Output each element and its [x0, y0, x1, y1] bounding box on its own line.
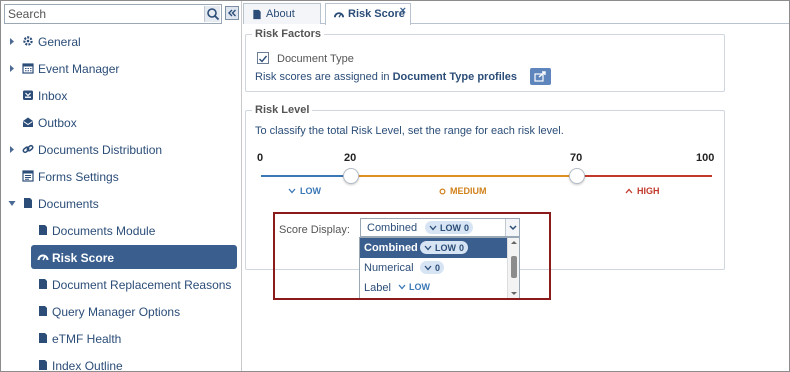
- sidebar-item-label: Inbox: [38, 88, 68, 103]
- band-high-label: HIGH: [637, 186, 660, 196]
- risk-level-legend: Risk Level: [255, 104, 310, 116]
- sidebar-item-forms-settings[interactable]: Forms Settings: [1, 163, 241, 190]
- tick-label: 100: [696, 152, 715, 164]
- sidebar-item-label: Documents: [38, 196, 99, 211]
- sidebar-item-query-manager-options[interactable]: Query Manager Options: [1, 298, 241, 325]
- document-icon: [39, 360, 47, 370]
- form-icon: [22, 170, 34, 182]
- document-icon: [39, 279, 47, 289]
- tick-label: 20: [344, 152, 357, 164]
- sidebar-item-general[interactable]: General: [1, 28, 241, 55]
- document-icon: [253, 9, 261, 20]
- inbox-icon: [23, 90, 33, 100]
- sidebar-nav: General Event Manager Inbox Outbox Docum…: [1, 28, 241, 372]
- sidebar-item-label: Index Outline: [52, 358, 123, 372]
- sidebar-item-inbox[interactable]: Inbox: [1, 82, 241, 109]
- external-link-icon: [534, 71, 546, 82]
- sidebar-item-label: Documents Module: [52, 223, 156, 238]
- gauge-icon: [37, 254, 49, 261]
- sidebar-item-label: Documents Distribution: [38, 142, 163, 157]
- close-icon[interactable]: ×: [400, 5, 406, 17]
- band-high: HIGH: [625, 186, 660, 196]
- caret-right-icon[interactable]: [8, 64, 16, 73]
- low-threshold-handle[interactable]: [343, 168, 359, 184]
- tab-label: About: [266, 8, 295, 20]
- double-chevron-left-icon: [228, 9, 236, 17]
- checkmark-icon: [259, 55, 268, 63]
- sidebar-item-etmf-health[interactable]: eTMF Health: [1, 325, 241, 352]
- sidebar-item-documents-distribution[interactable]: Documents Distribution: [1, 136, 241, 163]
- sidebar-item-index-outline[interactable]: Index Outline: [1, 352, 241, 372]
- outbox-icon: [23, 117, 33, 127]
- band-medium-label: MEDIUM: [450, 186, 487, 196]
- high-threshold-handle[interactable]: [569, 168, 585, 184]
- gear-icon: [23, 36, 33, 46]
- caret-down-icon[interactable]: [8, 199, 16, 208]
- band-medium: MEDIUM: [439, 186, 487, 196]
- document-icon: [39, 306, 47, 316]
- search-input[interactable]: [5, 5, 205, 23]
- link-icon: [22, 144, 34, 154]
- tab-bar: About Risk Score ×: [243, 1, 789, 25]
- open-profiles-button[interactable]: [530, 68, 551, 85]
- sidebar: General Event Manager Inbox Outbox Docum…: [1, 1, 242, 371]
- calendar-icon: [22, 63, 34, 74]
- tick-label: 70: [570, 152, 583, 164]
- tab-risk-score[interactable]: Risk Score ×: [325, 3, 411, 25]
- sidebar-item-label: General: [38, 34, 81, 49]
- document-type-checkbox[interactable]: [257, 52, 269, 64]
- sidebar-item-label: Risk Score: [52, 250, 115, 265]
- assign-prefix: Risk scores are assigned in: [255, 71, 393, 83]
- sidebar-item-label: Query Manager Options: [52, 304, 181, 319]
- sidebar-item-event-manager[interactable]: Event Manager: [1, 55, 241, 82]
- document-type-profiles-link[interactable]: Document Type profiles: [393, 71, 517, 83]
- band-low: LOW: [288, 186, 321, 196]
- sidebar-item-label: Forms Settings: [38, 169, 119, 184]
- chevron-down-icon: [288, 188, 296, 194]
- tab-label: Risk Score: [348, 8, 405, 20]
- sidebar-item-label: Event Manager: [38, 61, 120, 76]
- medium-range-track: [351, 175, 577, 177]
- sidebar-item-outbox[interactable]: Outbox: [1, 109, 241, 136]
- caret-right-icon[interactable]: [8, 37, 16, 46]
- high-range-track: [577, 175, 712, 177]
- circle-icon: [439, 187, 446, 195]
- gauge-icon: [333, 12, 345, 18]
- document-icon: [24, 198, 32, 208]
- document-type-label: Document Type: [277, 53, 354, 65]
- highlight-annotation-box: [273, 212, 551, 300]
- sidebar-item-documents[interactable]: Documents: [1, 190, 241, 217]
- main-content: Risk Factors Document Type Risk scores a…: [243, 24, 789, 371]
- sidebar-item-label: Outbox: [38, 115, 77, 130]
- caret-right-icon[interactable]: [8, 145, 16, 154]
- tick-label: 0: [257, 152, 264, 164]
- sidebar-item-risk-score[interactable]: Risk Score: [1, 244, 241, 271]
- band-low-label: LOW: [300, 186, 321, 196]
- assign-text: Risk scores are assigned in Document Typ…: [255, 71, 517, 83]
- sidebar-item-label: Document Replacement Reasons: [52, 277, 232, 292]
- sidebar-item-documents-module[interactable]: Documents Module: [1, 217, 241, 244]
- sidebar-item-document-replacement-reasons[interactable]: Document Replacement Reasons: [1, 271, 241, 298]
- chevron-up-icon: [625, 188, 633, 194]
- risk-factors-legend: Risk Factors: [255, 28, 322, 40]
- risk-level-description: To classify the total Risk Level, set th…: [255, 125, 564, 137]
- document-icon: [39, 225, 47, 235]
- search-box: [4, 4, 222, 24]
- search-icon[interactable]: [204, 6, 220, 22]
- tab-about[interactable]: About: [243, 3, 321, 24]
- sidebar-item-label: eTMF Health: [52, 331, 122, 346]
- document-icon: [39, 333, 47, 343]
- low-range-track: [261, 175, 351, 177]
- collapse-sidebar-button[interactable]: [225, 6, 239, 20]
